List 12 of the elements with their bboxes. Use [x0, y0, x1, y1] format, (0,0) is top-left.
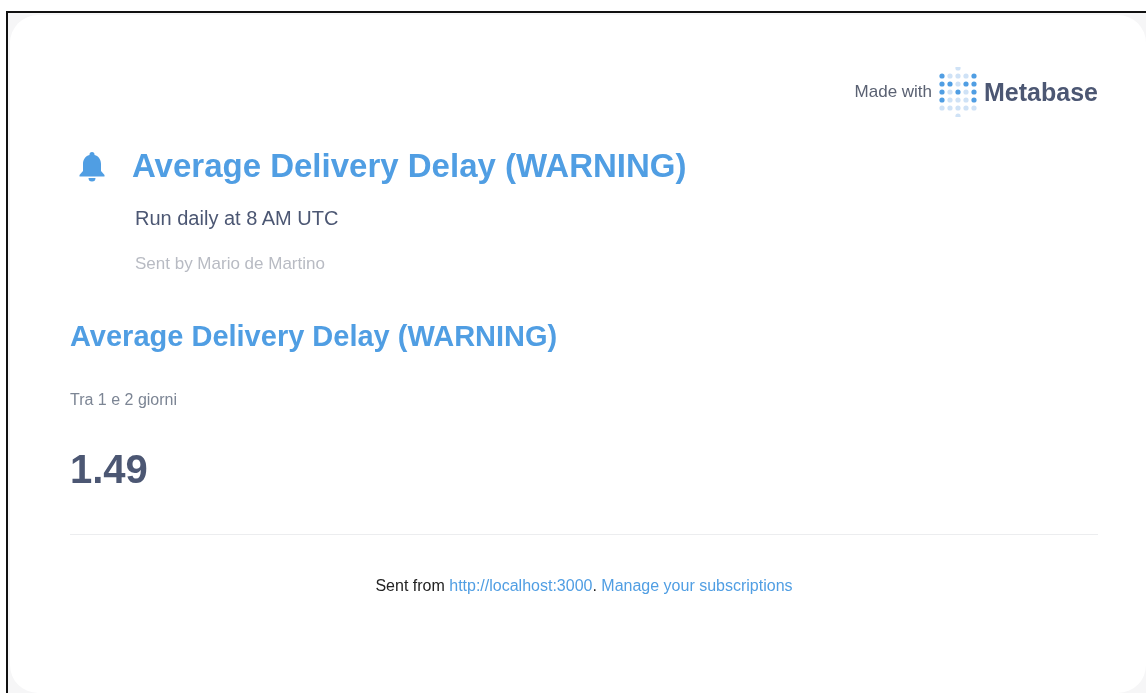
- sender-text: Sent by Mario de Martino: [135, 254, 326, 274]
- alert-title: Average Delivery Delay (WARNING): [132, 147, 687, 185]
- brand-name: Metabase: [984, 77, 1098, 107]
- scalar-value: 1.49: [70, 447, 149, 492]
- url-link[interactable]: http://localhost:3000: [449, 577, 593, 594]
- footer-text: Sent from http://localhost:3000. Manage your subscriptions: [374, 577, 794, 595]
- question-title[interactable]: Average Delivery Delay (WARNING): [70, 320, 1098, 353]
- dot-grid-icon: [938, 67, 979, 117]
- schedule-text: Run daily at 8 AM UTC: [135, 207, 340, 230]
- question-description: Tra 1 e 2 giorni: [70, 391, 178, 409]
- manage-subscriptions-link[interactable]: Manage your subscriptions: [601, 577, 793, 594]
- made-with-label: Made with: [854, 82, 933, 102]
